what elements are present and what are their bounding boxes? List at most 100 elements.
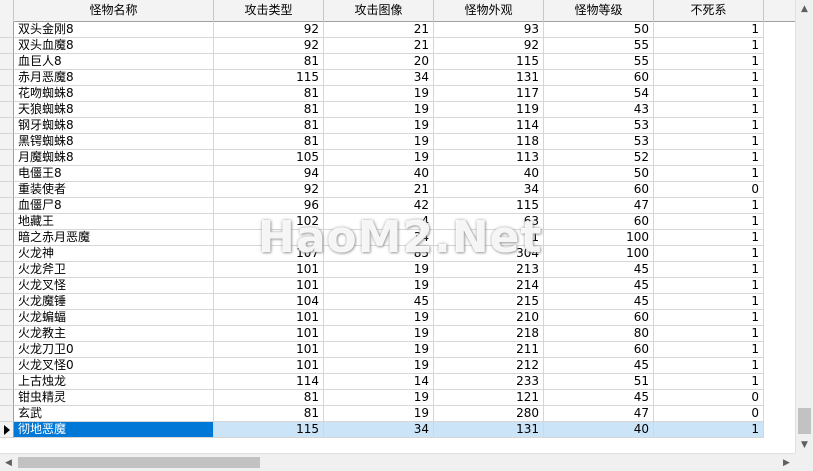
cell-attack-type[interactable]: 104 <box>214 294 324 310</box>
cell-attack-image[interactable]: 19 <box>324 134 434 150</box>
row-header[interactable] <box>0 54 14 70</box>
row-header[interactable] <box>0 358 14 374</box>
cell-attack-image[interactable]: 19 <box>324 150 434 166</box>
cell-attack-image[interactable]: 4 <box>324 214 434 230</box>
table-row[interactable]: 火龙叉怪 101 19 214 45 1 <box>0 278 795 294</box>
cell-monster-appearance[interactable]: 114 <box>434 118 544 134</box>
cell-monster-level[interactable]: 100 <box>544 230 654 246</box>
row-header[interactable] <box>0 262 14 278</box>
cell-monster-level[interactable]: 50 <box>544 22 654 38</box>
row-header[interactable] <box>0 230 14 246</box>
cell-monster-level[interactable]: 60 <box>544 70 654 86</box>
row-header[interactable] <box>0 102 14 118</box>
table-row[interactable]: 重装使者 92 21 34 60 0 <box>0 182 795 198</box>
cell-attack-type[interactable]: 115 <box>214 422 324 438</box>
cell-monster-level[interactable]: 51 <box>544 374 654 390</box>
scroll-left-icon[interactable]: ◀ <box>0 454 17 471</box>
table-row[interactable]: 赤月恶魔8 115 34 131 60 1 <box>0 70 795 86</box>
row-header[interactable] <box>0 134 14 150</box>
table-row[interactable]: 上古烛龙 114 14 233 51 1 <box>0 374 795 390</box>
vertical-scroll-thumb[interactable] <box>798 408 811 434</box>
cell-monster-name[interactable]: 地藏王 <box>14 214 214 230</box>
cell-undead[interactable]: 1 <box>654 118 764 134</box>
column-header-monster-name[interactable]: 怪物名称 <box>14 0 214 22</box>
row-header[interactable] <box>0 310 14 326</box>
cell-undead[interactable]: 1 <box>654 54 764 70</box>
cell-attack-type[interactable]: 94 <box>214 166 324 182</box>
row-header[interactable] <box>0 278 14 294</box>
cell-monster-appearance[interactable]: 1 <box>434 230 544 246</box>
row-header[interactable] <box>0 38 14 54</box>
cell-monster-level[interactable]: 60 <box>544 342 654 358</box>
table-row[interactable]: 电僵王8 94 40 40 50 1 <box>0 166 795 182</box>
cell-attack-type[interactable]: 101 <box>214 278 324 294</box>
row-header[interactable] <box>0 246 14 262</box>
cell-attack-image[interactable]: 34 <box>324 230 434 246</box>
cell-monster-name[interactable]: 双头金刚8 <box>14 22 214 38</box>
cell-monster-level[interactable]: 45 <box>544 390 654 406</box>
cell-attack-image[interactable]: 21 <box>324 22 434 38</box>
column-header-attack-image[interactable]: 攻击图像 <box>324 0 434 22</box>
cell-attack-type[interactable]: 115 <box>214 70 324 86</box>
cell-attack-type[interactable]: 101 <box>214 342 324 358</box>
cell-attack-image[interactable]: 19 <box>324 262 434 278</box>
cell-monster-name[interactable]: 血巨人8 <box>14 54 214 70</box>
cell-monster-level[interactable]: 40 <box>544 422 654 438</box>
cell-attack-image[interactable]: 19 <box>324 358 434 374</box>
cell-undead[interactable]: 0 <box>654 390 764 406</box>
cell-monster-name[interactable]: 月魔蜘蛛8 <box>14 150 214 166</box>
cell-attack-image[interactable]: 19 <box>324 326 434 342</box>
cell-monster-name[interactable]: 花吻蜘蛛8 <box>14 86 214 102</box>
cell-attack-type[interactable] <box>214 230 324 246</box>
row-header[interactable] <box>0 342 14 358</box>
cell-attack-image[interactable]: 19 <box>324 390 434 406</box>
cell-monster-name[interactable]: 火龙叉怪 <box>14 278 214 294</box>
cell-attack-image[interactable]: 20 <box>324 54 434 70</box>
cell-attack-image[interactable]: 19 <box>324 86 434 102</box>
cell-undead[interactable]: 1 <box>654 102 764 118</box>
cell-undead[interactable]: 1 <box>654 70 764 86</box>
cell-monster-appearance[interactable]: 119 <box>434 102 544 118</box>
cell-undead[interactable]: 1 <box>654 22 764 38</box>
cell-monster-appearance[interactable]: 92 <box>434 38 544 54</box>
row-header[interactable] <box>0 118 14 134</box>
cell-monster-level[interactable]: 54 <box>544 86 654 102</box>
row-header[interactable] <box>0 422 14 438</box>
cell-attack-image[interactable]: 21 <box>324 38 434 54</box>
cell-attack-type[interactable]: 101 <box>214 310 324 326</box>
cell-monster-level[interactable]: 53 <box>544 134 654 150</box>
cell-monster-level[interactable]: 60 <box>544 310 654 326</box>
cell-monster-name[interactable]: 火龙教主 <box>14 326 214 342</box>
table-row[interactable]: 火龙蝙蝠 101 19 210 60 1 <box>0 310 795 326</box>
scroll-down-icon[interactable]: ▼ <box>796 436 813 453</box>
cell-attack-image[interactable]: 19 <box>324 102 434 118</box>
cell-monster-level[interactable]: 47 <box>544 406 654 422</box>
cell-monster-name[interactable]: 火龙叉怪0 <box>14 358 214 374</box>
table-row[interactable]: 月魔蜘蛛8 105 19 113 52 1 <box>0 150 795 166</box>
cell-undead[interactable]: 1 <box>654 358 764 374</box>
cell-undead[interactable]: 1 <box>654 230 764 246</box>
cell-monster-name[interactable]: 天狼蜘蛛8 <box>14 102 214 118</box>
cell-monster-appearance[interactable]: 212 <box>434 358 544 374</box>
cell-undead[interactable]: 1 <box>654 214 764 230</box>
cell-undead[interactable]: 1 <box>654 198 764 214</box>
cell-monster-level[interactable]: 45 <box>544 358 654 374</box>
row-header[interactable] <box>0 22 14 38</box>
cell-attack-type[interactable]: 114 <box>214 374 324 390</box>
cell-monster-level[interactable]: 45 <box>544 278 654 294</box>
cell-monster-appearance[interactable]: 115 <box>434 54 544 70</box>
cell-monster-appearance[interactable]: 34 <box>434 182 544 198</box>
cell-attack-type[interactable]: 81 <box>214 118 324 134</box>
cell-attack-image[interactable]: 34 <box>324 422 434 438</box>
cell-monster-level[interactable]: 60 <box>544 182 654 198</box>
cell-monster-appearance[interactable]: 280 <box>434 406 544 422</box>
cell-undead[interactable]: 1 <box>654 166 764 182</box>
table-row[interactable]: 天狼蜘蛛8 81 19 119 43 1 <box>0 102 795 118</box>
cell-attack-image[interactable]: 85 <box>324 246 434 262</box>
cell-undead[interactable]: 1 <box>654 246 764 262</box>
row-header[interactable] <box>0 390 14 406</box>
cell-undead[interactable]: 1 <box>654 150 764 166</box>
cell-monster-appearance[interactable]: 121 <box>434 390 544 406</box>
cell-monster-level[interactable]: 45 <box>544 262 654 278</box>
cell-attack-image[interactable]: 19 <box>324 342 434 358</box>
